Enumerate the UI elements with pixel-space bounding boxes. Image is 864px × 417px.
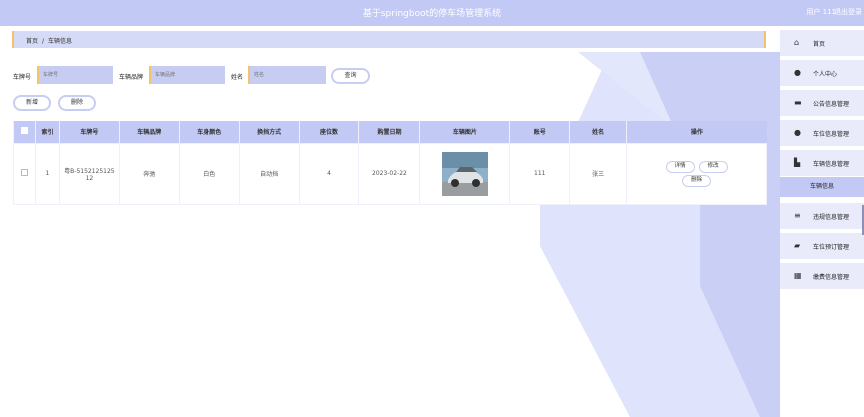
sidebar: ⌂ 首页 ● 个人中心 ▬ 公告信息管理 ● 车位信息管理 ▙ 车辆信息管理 车…: [780, 26, 864, 417]
user-icon: ●: [794, 68, 801, 77]
cell-image: [419, 142, 511, 205]
sidebar-item-notice[interactable]: ▬ 公告信息管理: [780, 90, 864, 116]
sidebar-item-label: 违规信息管理: [813, 214, 850, 221]
brand-label: 车辆品牌: [119, 74, 144, 81]
app-root: 基于springboot的停车场管理系统 用户 111 退出登录 首页 / 车辆信息…: [0, 0, 864, 417]
sidebar-item-label: 车辆信息管理: [813, 161, 850, 168]
sidebar-item-reservation[interactable]: ▰ 车位预订管理: [780, 233, 864, 259]
cell-brand: 奔驰: [118, 142, 180, 205]
sidebar-item-vehicle[interactable]: ▙ 车辆信息管理: [780, 150, 864, 176]
home-icon: ⌂: [794, 38, 800, 47]
cell-color: 白色: [178, 142, 240, 205]
sidebar-item-home[interactable]: ⌂ 首页: [780, 30, 864, 56]
sidebar-item-violation[interactable]: ≡ 违规信息管理: [780, 203, 864, 229]
row-delete-button[interactable]: 删除: [682, 174, 712, 187]
plate-search-input[interactable]: [37, 66, 113, 84]
bulk-delete-button[interactable]: 删除: [58, 95, 96, 111]
name-search-input[interactable]: [248, 66, 326, 84]
select-all-cell: [13, 121, 36, 143]
top-header: 基于springboot的停车场管理系统 用户 111 退出登录: [0, 0, 864, 26]
add-button[interactable]: 新增: [13, 95, 51, 111]
chat-icon: ▰: [794, 241, 801, 250]
sidebar-item-label: 车位预订管理: [813, 244, 850, 251]
col-header-account: 账号: [509, 121, 570, 143]
col-header-date: 购置日期: [358, 121, 420, 143]
cell-plate: 粤B-515212512512: [58, 142, 120, 205]
breadcrumb: 首页 / 车辆信息: [12, 31, 766, 48]
col-header-index: 索引: [34, 121, 60, 143]
col-header-color: 车身颜色: [178, 121, 240, 143]
col-header-plate: 车牌号: [58, 121, 120, 143]
brand-search-input[interactable]: [149, 66, 225, 84]
car-photo[interactable]: [441, 151, 488, 196]
row-select-cell: [13, 142, 36, 205]
cell-name: 张三: [569, 142, 628, 205]
col-header-image: 车辆图片: [419, 121, 510, 143]
query-button[interactable]: 查询: [331, 68, 370, 84]
cell-date: 2023-02-22: [358, 142, 421, 205]
detail-button[interactable]: 详情: [665, 160, 695, 173]
sidebar-item-label: 缴费信息管理: [813, 274, 850, 281]
cell-account: 111: [509, 142, 571, 205]
vehicle-table: 索引 车牌号 车辆品牌 车身颜色 换挡方式 座位数 购置日期 车辆图片 账号 姓…: [13, 121, 767, 205]
cell-actions: 详情 修改 删除: [626, 142, 767, 205]
table-row: 1 粤B-515212512512 奔驰 白色 自动挡 4 2023-02-22: [13, 142, 767, 205]
plate-label: 车牌号: [13, 74, 32, 81]
user-icon: ●: [794, 128, 801, 137]
monitor-icon: ▬: [794, 98, 802, 107]
grid-icon: ▦: [794, 271, 802, 280]
logout-link[interactable]: 退出登录: [834, 7, 862, 17]
breadcrumb-home[interactable]: 首页: [26, 36, 38, 45]
cell-gearbox: 自动挡: [238, 142, 300, 205]
cell-index: 1: [34, 142, 60, 205]
row-checkbox[interactable]: [20, 169, 28, 176]
breadcrumb-separator: /: [42, 38, 45, 45]
sidebar-item-label: 车位信息管理: [813, 131, 850, 138]
col-header-name: 姓名: [569, 121, 627, 143]
col-header-actions: 操作: [626, 121, 767, 143]
app-title: 基于springboot的停车场管理系统: [362, 9, 502, 19]
sidebar-item-payment[interactable]: ▦ 缴费信息管理: [780, 263, 864, 289]
col-header-seats: 座位数: [298, 121, 359, 143]
background-decoration: [540, 52, 780, 417]
name-label: 姓名: [231, 74, 244, 81]
building-icon: ▙: [794, 158, 801, 167]
sidebar-item-label: 个人中心: [813, 71, 838, 78]
sidebar-item-profile[interactable]: ● 个人中心: [780, 60, 864, 86]
sidebar-item-parking-space[interactable]: ● 车位信息管理: [780, 120, 864, 146]
list-icon: ≡: [794, 211, 801, 220]
edit-button[interactable]: 修改: [698, 160, 728, 173]
select-all-checkbox[interactable]: [20, 127, 28, 135]
col-header-gearbox: 换挡方式: [238, 121, 300, 143]
breadcrumb-current: 车辆信息: [48, 38, 73, 45]
col-header-brand: 车辆品牌: [118, 121, 180, 143]
sidebar-item-label: 公告信息管理: [813, 101, 850, 108]
cell-seats: 4: [298, 142, 360, 205]
table-header-row: 索引 车牌号 车辆品牌 车身颜色 换挡方式 座位数 购置日期 车辆图片 账号 姓…: [13, 121, 767, 143]
sidebar-item-label: 首页: [813, 41, 826, 48]
current-user: 用户 111: [806, 8, 836, 16]
sidebar-subitem-vehicle-info[interactable]: 车辆信息: [780, 177, 864, 197]
